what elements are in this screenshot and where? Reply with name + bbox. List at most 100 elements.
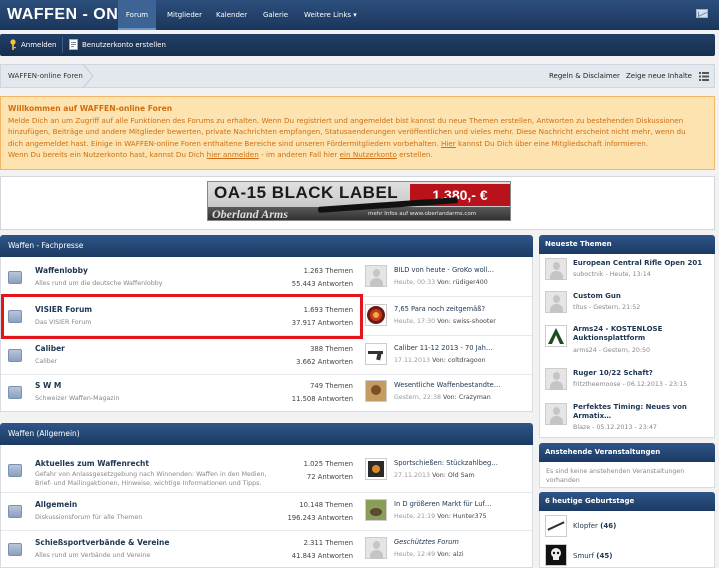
forum-row[interactable]: Allgemein Diskussionsforum für alle Them… xyxy=(1,494,532,531)
forum-row[interactable]: Schießsportverbände & Vereine Alles rund… xyxy=(1,532,532,568)
forum-description: Gefahr von Anlassgesetzgebung nach Winne… xyxy=(35,471,267,487)
last-post-author[interactable]: Hunter375 xyxy=(453,513,487,520)
banner-brand: Oberland Arms xyxy=(212,207,288,221)
birthday-user[interactable]: Smurf xyxy=(573,552,594,560)
forum-read-icon xyxy=(8,505,22,518)
category-allgemein: Aktuelles zum Waffenrecht Gefahr von Anl… xyxy=(0,445,533,568)
forum-row[interactable]: Waffenlobby Alles rund um die deutsche W… xyxy=(1,260,532,297)
forum-title[interactable]: VISIER Forum xyxy=(35,305,92,314)
forum-row[interactable]: VISIER Forum Das VISIER Forum 1.693 Them… xyxy=(1,299,532,336)
topic-title[interactable]: Custom Gun xyxy=(573,292,713,301)
user-avatar[interactable] xyxy=(545,291,567,313)
category-header-allgemein[interactable]: Waffen (Allgemein) xyxy=(0,423,533,445)
list-item[interactable]: Smurf (45) xyxy=(540,541,714,568)
breadcrumb-arrow-icon xyxy=(82,64,94,88)
nav-forum[interactable]: Forum xyxy=(118,0,156,30)
last-post-time: 17.11.2013 xyxy=(394,357,431,364)
forum-row[interactable]: Caliber Caliber 388 Themen 3.662 Antwort… xyxy=(1,338,532,375)
notice-line-2: hinzufügen, Beiträge und andere Mitglied… xyxy=(8,127,686,136)
list-item[interactable]: Klopfer (46) xyxy=(540,511,714,539)
topic-title[interactable]: Ruger 10/22 Schaft? xyxy=(573,369,713,378)
last-post-title[interactable]: 7,65 Para noch zeitgemäß? xyxy=(394,305,485,313)
last-post-author[interactable]: Old Sam xyxy=(448,472,475,479)
last-post-by-label: Von: xyxy=(443,394,457,401)
notice-line-1: Melde Dich an um Zugriff auf alle Funkti… xyxy=(8,115,684,125)
membership-link[interactable]: Hier xyxy=(441,139,456,148)
user-avatar[interactable] xyxy=(545,325,567,347)
list-menu-icon[interactable] xyxy=(699,72,709,81)
user-avatar[interactable] xyxy=(545,258,567,280)
forum-description: Caliber xyxy=(35,358,58,365)
birthday-user[interactable]: Klopfer xyxy=(573,522,598,530)
user-avatar[interactable] xyxy=(545,544,567,566)
last-post-title[interactable]: BILD von heute - GroKo woll… xyxy=(394,266,494,274)
forum-post-count: 3.662 Antworten xyxy=(296,358,353,366)
user-avatar[interactable] xyxy=(365,265,387,287)
login-here-link[interactable]: hier anmelden xyxy=(207,150,259,159)
user-avatar[interactable] xyxy=(545,515,567,537)
user-avatar[interactable] xyxy=(545,403,567,425)
nav-kalender[interactable]: Kalender xyxy=(216,0,247,30)
user-avatar[interactable] xyxy=(365,304,387,326)
register-icon xyxy=(69,39,78,50)
notice-text: - im anderen Fall hier xyxy=(258,150,340,159)
forum-title[interactable]: Allgemein xyxy=(35,500,77,509)
user-avatar[interactable] xyxy=(365,499,387,521)
last-post-by-label: Von: xyxy=(437,551,451,558)
last-post-author[interactable]: alzi xyxy=(453,551,464,558)
forum-post-count: 196.243 Antworten xyxy=(287,514,353,522)
forum-title[interactable]: Waffenlobby xyxy=(35,266,88,275)
user-avatar[interactable] xyxy=(365,343,387,365)
welcome-notice: Willkommen auf WAFFEN-online Foren Melde… xyxy=(0,96,715,170)
nav-mitglieder[interactable]: Mitglieder xyxy=(167,0,202,30)
last-post-title[interactable]: Sportschießen: Stückzahlbeg… xyxy=(394,459,498,467)
last-post-author[interactable]: rüdiger400 xyxy=(453,279,488,286)
user-avatar[interactable] xyxy=(365,537,387,559)
register-link[interactable]: Benutzerkonto erstellen xyxy=(82,34,166,56)
nav-weitere-links[interactable]: Weitere Links ▾ xyxy=(304,0,357,30)
forum-description: Alles rund um Verbände und Vereine xyxy=(35,552,151,559)
forum-title[interactable]: Caliber xyxy=(35,344,65,353)
topic-title[interactable]: European Central Rifle Open 201 xyxy=(573,259,713,268)
forum-thread-count: 1.263 Themen xyxy=(303,267,353,275)
advertisement-banner[interactable]: OA-15 BLACK LABEL 1.380,- € Oberland Arm… xyxy=(207,181,511,221)
forum-thread-count: 1.025 Themen xyxy=(303,460,353,468)
login-link[interactable]: Anmelden xyxy=(21,34,56,56)
category-fachpresse: Waffenlobby Alles rund um die deutsche W… xyxy=(0,257,533,412)
last-post-author[interactable]: swiss-shooter xyxy=(453,318,496,325)
last-post-author[interactable]: Crazyman xyxy=(459,394,491,401)
last-post-title[interactable]: Wesentliche Waffenbestandte… xyxy=(394,381,500,389)
forum-title[interactable]: S W M xyxy=(35,381,61,390)
topic-title[interactable]: Perfektes Timing: Neues von Armatix… xyxy=(573,403,713,421)
create-account-link[interactable]: ein Nutzerkonto xyxy=(340,150,397,159)
last-post-title[interactable]: Caliber 11-12 2013 - 70 Jah… xyxy=(394,344,493,352)
user-avatar[interactable] xyxy=(365,380,387,402)
last-post-author[interactable]: coltdragoon xyxy=(448,357,486,364)
forum-title[interactable]: Aktuelles zum Waffenrecht xyxy=(35,459,149,468)
forum-title[interactable]: Schießsportverbände & Vereine xyxy=(35,538,169,547)
forum-read-icon xyxy=(8,271,22,284)
birthday-age: (45) xyxy=(596,552,613,560)
last-post-title[interactable]: In D größeren Markt für Luf… xyxy=(394,500,492,508)
new-content-link[interactable]: Zeige neue Inhalte xyxy=(626,65,692,87)
birthday-entry: Smurf (45) xyxy=(573,552,612,560)
rules-link[interactable]: Regeln & Disclaimer xyxy=(549,65,620,87)
forum-row[interactable]: Aktuelles zum Waffenrecht Gefahr von Anl… xyxy=(1,453,532,493)
breadcrumb-home[interactable]: WAFFEN-online Foren xyxy=(8,65,83,87)
category-header-fachpresse[interactable]: Waffen - Fachpresse xyxy=(0,235,533,257)
last-post-title[interactable]: Geschütztes Forum xyxy=(394,538,459,546)
photo-avatar-icon xyxy=(368,461,384,477)
topic-meta: titus - Gestern, 21:52 xyxy=(573,304,641,311)
forum-row[interactable]: S W M Schweizer Waffen-Magazin 749 Theme… xyxy=(1,375,532,412)
nav-galerie[interactable]: Galerie xyxy=(263,0,288,30)
user-avatar[interactable] xyxy=(545,368,567,390)
mail-icon[interactable] xyxy=(696,9,708,18)
user-avatar[interactable] xyxy=(365,458,387,480)
birthday-entry: Klopfer (46) xyxy=(573,522,616,530)
skull-avatar-icon xyxy=(551,548,561,560)
topic-title[interactable]: Arms24 - KOSTENLOSE Auktionsplattform xyxy=(573,325,713,343)
topic-meta: fritztheemoose - 06.12.2013 - 23:15 xyxy=(573,381,688,388)
forum-description: Schweizer Waffen-Magazin xyxy=(35,395,120,402)
login-separator xyxy=(62,37,63,53)
photo-avatar-icon xyxy=(366,381,386,401)
